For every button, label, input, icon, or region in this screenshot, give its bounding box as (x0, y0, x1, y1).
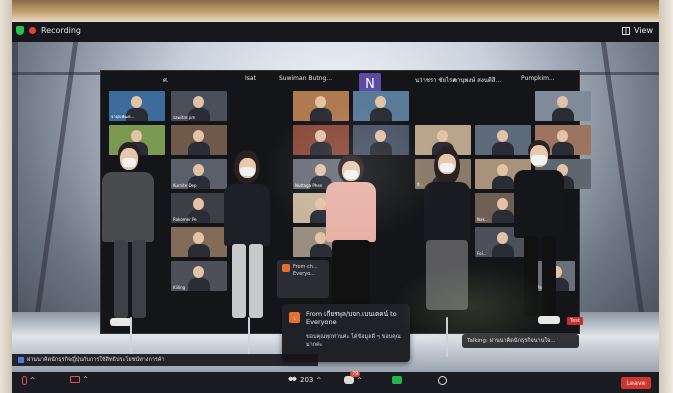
zoom-toolbar: ^ ^ 203 ^ 79 ^ Leave (12, 371, 659, 393)
share-screen-button[interactable] (392, 376, 402, 384)
participants-button[interactable]: 203 ^ (288, 376, 321, 384)
name-tag: Test (567, 317, 583, 325)
participant-caption: Nak... (477, 217, 489, 222)
participant-name: Pumpkim... (521, 75, 555, 82)
stage-chair (248, 317, 250, 357)
participant-tile[interactable] (353, 91, 409, 121)
mute-button[interactable]: ^ (22, 376, 35, 385)
share-screen-icon (392, 376, 402, 384)
monitor-frame-right (659, 0, 673, 393)
stage-speaker (92, 142, 162, 332)
participant-name: Isat (245, 75, 256, 82)
chat-icon: 79 (344, 371, 361, 384)
ticker-bar: ผ่านนาคิดนักธุรกิจญี่ปุ่นกับการใช้สิทธิป… (12, 354, 318, 366)
reactions-button[interactable] (438, 376, 447, 385)
stage-chair (446, 317, 448, 357)
zoom-top-bar: Recording View (12, 22, 659, 42)
participants-icon (288, 376, 297, 384)
participant-tile[interactable] (293, 91, 349, 121)
chevron-up-icon[interactable]: ^ (357, 377, 362, 384)
ticker-text: ผ่านนาคิดนักธุรกิจญี่ปุ่นกับการใช้สิทธิป… (27, 357, 165, 363)
participant-caption: Foi... (477, 251, 487, 256)
reactions-icon (438, 376, 447, 385)
chat-notification-small[interactable]: From ch... Everyo... (277, 260, 329, 298)
recording-label: Recording (41, 26, 82, 35)
chat-button[interactable]: 79 ^ (344, 371, 362, 384)
security-shield-icon[interactable] (16, 26, 24, 35)
chevron-up-icon[interactable]: ^ (30, 377, 35, 384)
stage-speaker (216, 150, 278, 328)
participant-tile[interactable] (353, 125, 409, 155)
chat-from-line: From เกียรพุล/บจก.เบนเตคน์ to Everyone (306, 310, 397, 326)
recording-dot-icon (29, 27, 36, 34)
stage-chair (130, 317, 132, 357)
participants-count: 203 (300, 376, 314, 384)
view-label: View (634, 26, 653, 35)
view-button[interactable]: View (622, 26, 653, 35)
monitor-frame-top (0, 0, 673, 22)
chevron-up-icon[interactable]: ^ (83, 376, 88, 383)
zoom-window: Recording View ศ. Isat Suwiman Butng... … (12, 22, 659, 393)
participant-face (131, 96, 143, 109)
video-off-icon (70, 376, 80, 383)
chat-avatar-icon: เ (289, 312, 300, 323)
participant-name: ภานุพงษ์ สงนดีสี... (453, 77, 502, 84)
participant-name: ศ. (163, 77, 169, 84)
participant-caption: จายุณพัฒห... (111, 114, 135, 119)
chevron-up-icon[interactable]: ^ (316, 377, 321, 384)
stage-speaker (506, 140, 572, 330)
chat-badge: 79 (350, 371, 361, 377)
chat-preview: From ch... Everyo... (293, 264, 318, 277)
video-button[interactable]: ^ (70, 376, 88, 383)
participant-tile[interactable]: sawitre pm (171, 91, 227, 121)
participant-tile[interactable] (535, 91, 591, 121)
leave-button[interactable]: Leave (621, 377, 651, 389)
talking-indicator: Talking: ผ่านนาคิดนักธุรกิจนานใจ... (462, 334, 579, 348)
participant-name: Suwiman Butng... (279, 75, 333, 82)
monitor-frame-left (0, 0, 12, 393)
microphone-muted-icon (22, 376, 27, 385)
recording-indicator[interactable]: Recording (16, 26, 81, 35)
participant-tile[interactable]: จายุณพัฒห... (109, 91, 165, 121)
grid-view-icon (622, 26, 631, 35)
participant-tile[interactable] (293, 125, 349, 155)
studio-beam (30, 42, 79, 342)
participant-caption: Kurnite Dep (173, 183, 197, 188)
chat-avatar-icon (282, 264, 290, 272)
participant-caption: Nuttaga Phen (295, 183, 323, 188)
participant-caption: Kiiling (173, 285, 186, 290)
studio-beam (600, 42, 649, 342)
ticker-icon (18, 356, 24, 363)
participant-name: นว่าชรา ชัยไรค (415, 77, 457, 84)
stage-speaker (416, 146, 478, 326)
participant-caption: Rakomer Pe (173, 217, 197, 222)
participant-caption: sawitre pm (173, 115, 196, 120)
chat-message: ขอบคุณทุกท่านค่ะ ได้ข้อมูลดี ๆ ขอบคุณมาก… (306, 334, 401, 348)
